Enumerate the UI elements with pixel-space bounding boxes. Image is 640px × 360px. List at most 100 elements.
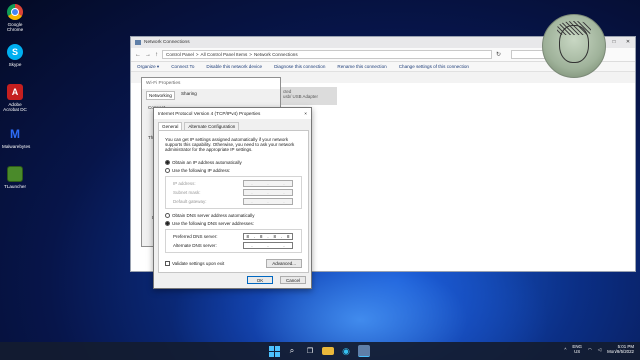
preferred-dns-label: Preferred DNS server: (173, 233, 218, 239)
dialog-buttons: OK Cancel (247, 276, 306, 284)
clock[interactable]: 5:01 PM Mon/9/5/2022 (607, 344, 634, 354)
connect-to-command[interactable]: Connect To (171, 64, 194, 69)
radio-obtain-dns-auto[interactable] (165, 213, 170, 219)
search-icon[interactable]: ⌕ (286, 345, 298, 357)
breadcrumb[interactable]: Control Panel > All Control Panel Items … (162, 50, 492, 59)
obtain-dns-auto-label: Obtain DNS server address automatically (172, 213, 255, 218)
dns-group: Preferred DNS server: 8. 8. 8. 8 Alterna… (165, 228, 302, 253)
preferred-dns-octet-1[interactable]: 8 (246, 234, 248, 239)
ip-address-row: IP address: ... (166, 179, 301, 188)
desktop-icon-label: TLauncher (4, 184, 26, 189)
wifi-properties-tabs: Networking Sharing (142, 89, 280, 102)
wifi-properties-title[interactable]: Wi-Fi Properties (142, 78, 280, 89)
default-gateway-row: Default gateway: ... (166, 197, 301, 206)
avatar-face (559, 25, 589, 63)
use-following-ip-option[interactable]: Use the following IP address: (165, 167, 302, 175)
network-folder-icon (135, 40, 141, 45)
tab-alternate-configuration[interactable]: Alternate Configuration (184, 122, 240, 130)
desktop-icon-tlauncher[interactable]: TLauncher (2, 166, 28, 189)
clock-date: Mon/9/5/2022 (607, 349, 634, 354)
windows-logo-icon (268, 345, 280, 357)
ip-address-group: IP address: ... Subnet mask: ... Default… (165, 175, 302, 209)
preferred-dns-octet-3[interactable]: 8 (274, 234, 276, 239)
organize-menu[interactable]: Organize ▾ (137, 64, 159, 70)
general-panel: You can get IP settings assigned automat… (158, 130, 309, 273)
preferred-dns-octet-2[interactable]: 8 (260, 234, 262, 239)
region-code: US (574, 349, 581, 354)
forward-arrow-icon[interactable]: → (145, 52, 151, 58)
advanced-button[interactable]: Advanced... (266, 258, 302, 268)
webcam-avatar-overlay (542, 14, 606, 78)
breadcrumb-control-panel[interactable]: Control Panel (166, 52, 194, 57)
desktop-icon-acrobat[interactable]: A Adobe Acrobat DC (2, 84, 28, 112)
desktop-icon-malwarebytes[interactable]: M Malwarebytes (2, 126, 31, 150)
edge-icon[interactable]: ◉ (340, 345, 352, 357)
close-icon[interactable]: ✕ (621, 37, 635, 48)
subnet-mask-label: Subnet mask: (173, 189, 201, 195)
close-icon[interactable]: × (304, 111, 307, 116)
disable-device-command[interactable]: Disable this network device (206, 64, 262, 69)
ip-address-label: IP address: (173, 180, 196, 186)
diagnose-command[interactable]: Diagnose this connection (274, 64, 325, 69)
system-tray: ^ ENG US ◠ ◁ 5:01 PM Mon/9/5/2022 (564, 344, 634, 354)
default-gateway-label: Default gateway: (173, 198, 207, 204)
subnet-mask-field: ... (243, 188, 293, 196)
ip-address-field: ... (243, 179, 293, 187)
acrobat-icon: A (7, 84, 23, 100)
network-connections-task-icon[interactable] (358, 345, 370, 357)
tlauncher-icon (7, 166, 23, 182)
skype-icon: S (7, 44, 23, 60)
refresh-icon[interactable]: ↻ (496, 51, 501, 58)
radio-use-following-dns[interactable] (165, 221, 170, 227)
dialog-title: Internet Protocol Version 4 (TCP/IPv4) P… (158, 111, 261, 116)
desktop-icon-label: Google Chrome (6, 22, 24, 32)
up-arrow-icon[interactable]: ↑ (155, 52, 158, 58)
taskbar: ⌕ ❐ ◉ ^ ENG US ◠ ◁ 5:01 PM Mon/9/5/2022 (0, 342, 640, 360)
rename-command[interactable]: Rename this connection (337, 64, 386, 69)
desktop-icon-chrome[interactable]: Google Chrome (2, 4, 28, 32)
preferred-dns-row: Preferred DNS server: 8. 8. 8. 8 (166, 232, 301, 241)
obtain-ip-auto-option[interactable]: Obtain an IP address automatically (165, 159, 302, 167)
radio-use-following-ip[interactable] (165, 168, 170, 174)
desktop-icon-label: Skype (8, 62, 22, 67)
desktop-icon-label: Malwarebytes (2, 144, 31, 149)
default-gateway-field: ... (243, 197, 293, 205)
validate-settings-checkbox[interactable] (165, 260, 170, 266)
back-arrow-icon[interactable]: ← (135, 52, 141, 58)
alternate-dns-field[interactable]: ... (243, 241, 293, 249)
dialog-tabs: General Alternate Configuration (154, 119, 311, 130)
obtain-dns-auto-option[interactable]: Obtain DNS server address automatically (165, 212, 302, 220)
maximize-icon[interactable]: □ (607, 37, 621, 48)
use-following-dns-option[interactable]: Use the following DNS server addresses: (165, 220, 302, 228)
breadcrumb-network-connections[interactable]: Network Connections (254, 52, 298, 57)
taskbar-apps: ⌕ ❐ ◉ (268, 345, 370, 357)
change-settings-command[interactable]: Change settings of this connection (399, 64, 469, 69)
alternate-dns-row: Alternate DNS server: ... (166, 241, 301, 250)
breadcrumb-all-items[interactable]: All Control Panel Items (201, 52, 248, 57)
chevron-up-icon[interactable]: ^ (564, 347, 566, 352)
tab-sharing[interactable]: Sharing (181, 91, 197, 100)
preferred-dns-octet-4[interactable]: 8 (287, 234, 289, 239)
cancel-button[interactable]: Cancel (280, 276, 306, 284)
obtain-ip-auto-label: Obtain an IP address automatically (172, 160, 242, 165)
volume-icon[interactable]: ◁ (598, 347, 601, 352)
tab-general[interactable]: General (158, 122, 183, 130)
validate-settings-row: Validate settings upon exit Advanced... (165, 258, 302, 268)
tab-networking[interactable]: Networking (146, 91, 175, 100)
subnet-mask-row: Subnet mask: ... (166, 188, 301, 197)
ok-button[interactable]: OK (247, 276, 273, 284)
desktop-icon-skype[interactable]: S Skype (2, 44, 28, 67)
file-explorer-icon[interactable] (322, 347, 334, 355)
ipv4-properties-dialog: Internet Protocol Version 4 (TCP/IPv4) P… (153, 107, 312, 289)
alternate-dns-label: Alternate DNS server: (173, 242, 217, 248)
task-view-icon[interactable]: ❐ (304, 345, 316, 357)
radio-obtain-ip-auto[interactable] (165, 160, 170, 166)
validate-settings-label: Validate settings upon exit (172, 260, 225, 266)
dialog-titlebar[interactable]: Internet Protocol Version 4 (TCP/IPv4) P… (154, 108, 311, 119)
language-indicator[interactable]: ENG US (572, 344, 582, 354)
wifi-icon[interactable]: ◠ (588, 347, 592, 352)
adapter-item[interactable]: cted usb/ USB Adapter (279, 87, 337, 105)
window-title: Network Connections (144, 40, 190, 45)
preferred-dns-field[interactable]: 8. 8. 8. 8 (243, 232, 293, 240)
start-button[interactable] (268, 345, 280, 357)
